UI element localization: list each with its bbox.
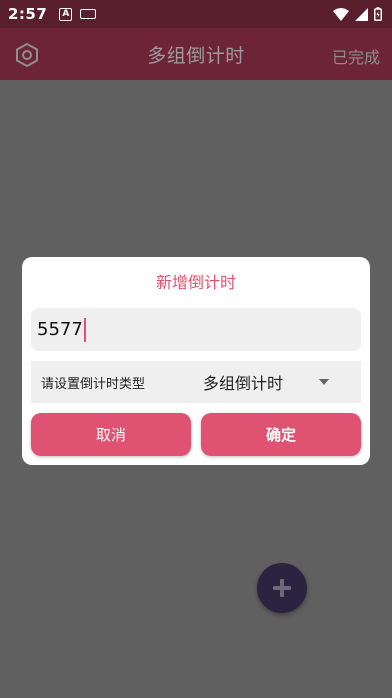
add-countdown-dialog: 新增倒计时 5577 请设置倒计时类型 多组倒计时 取消 确定 bbox=[22, 257, 370, 465]
page-title: 多组倒计时 bbox=[147, 44, 245, 67]
countdown-name-input[interactable]: 5577 bbox=[31, 308, 361, 351]
a-icon: A bbox=[59, 7, 73, 21]
battery-icon bbox=[374, 7, 382, 21]
confirm-button[interactable]: 确定 bbox=[201, 413, 361, 456]
hexagon-settings-icon[interactable] bbox=[14, 42, 40, 68]
keyboard-icon bbox=[80, 9, 97, 19]
type-label: 请设置倒计时类型 bbox=[41, 376, 146, 392]
dialog-title: 新增倒计时 bbox=[155, 273, 236, 292]
cancel-button[interactable]: 取消 bbox=[31, 413, 191, 456]
status-bar: 2:57 A bbox=[0, 0, 392, 28]
app-bar: 多组倒计时 已完成 bbox=[0, 28, 392, 80]
dropdown-arrow-icon[interactable] bbox=[319, 379, 329, 385]
name-input-value: 5577 bbox=[37, 319, 83, 340]
wifi-icon bbox=[333, 7, 349, 21]
signal-icon bbox=[355, 7, 368, 21]
type-select[interactable]: 多组倒计时 bbox=[203, 361, 283, 403]
add-fab[interactable] bbox=[257, 563, 307, 613]
status-time: 2:57 bbox=[8, 5, 48, 23]
status-right-icons bbox=[333, 7, 382, 21]
done-button[interactable]: 已完成 bbox=[332, 44, 380, 68]
plus-icon bbox=[273, 579, 291, 597]
text-caret bbox=[83, 317, 86, 342]
countdown-type-row: 请设置倒计时类型 多组倒计时 bbox=[31, 361, 361, 403]
